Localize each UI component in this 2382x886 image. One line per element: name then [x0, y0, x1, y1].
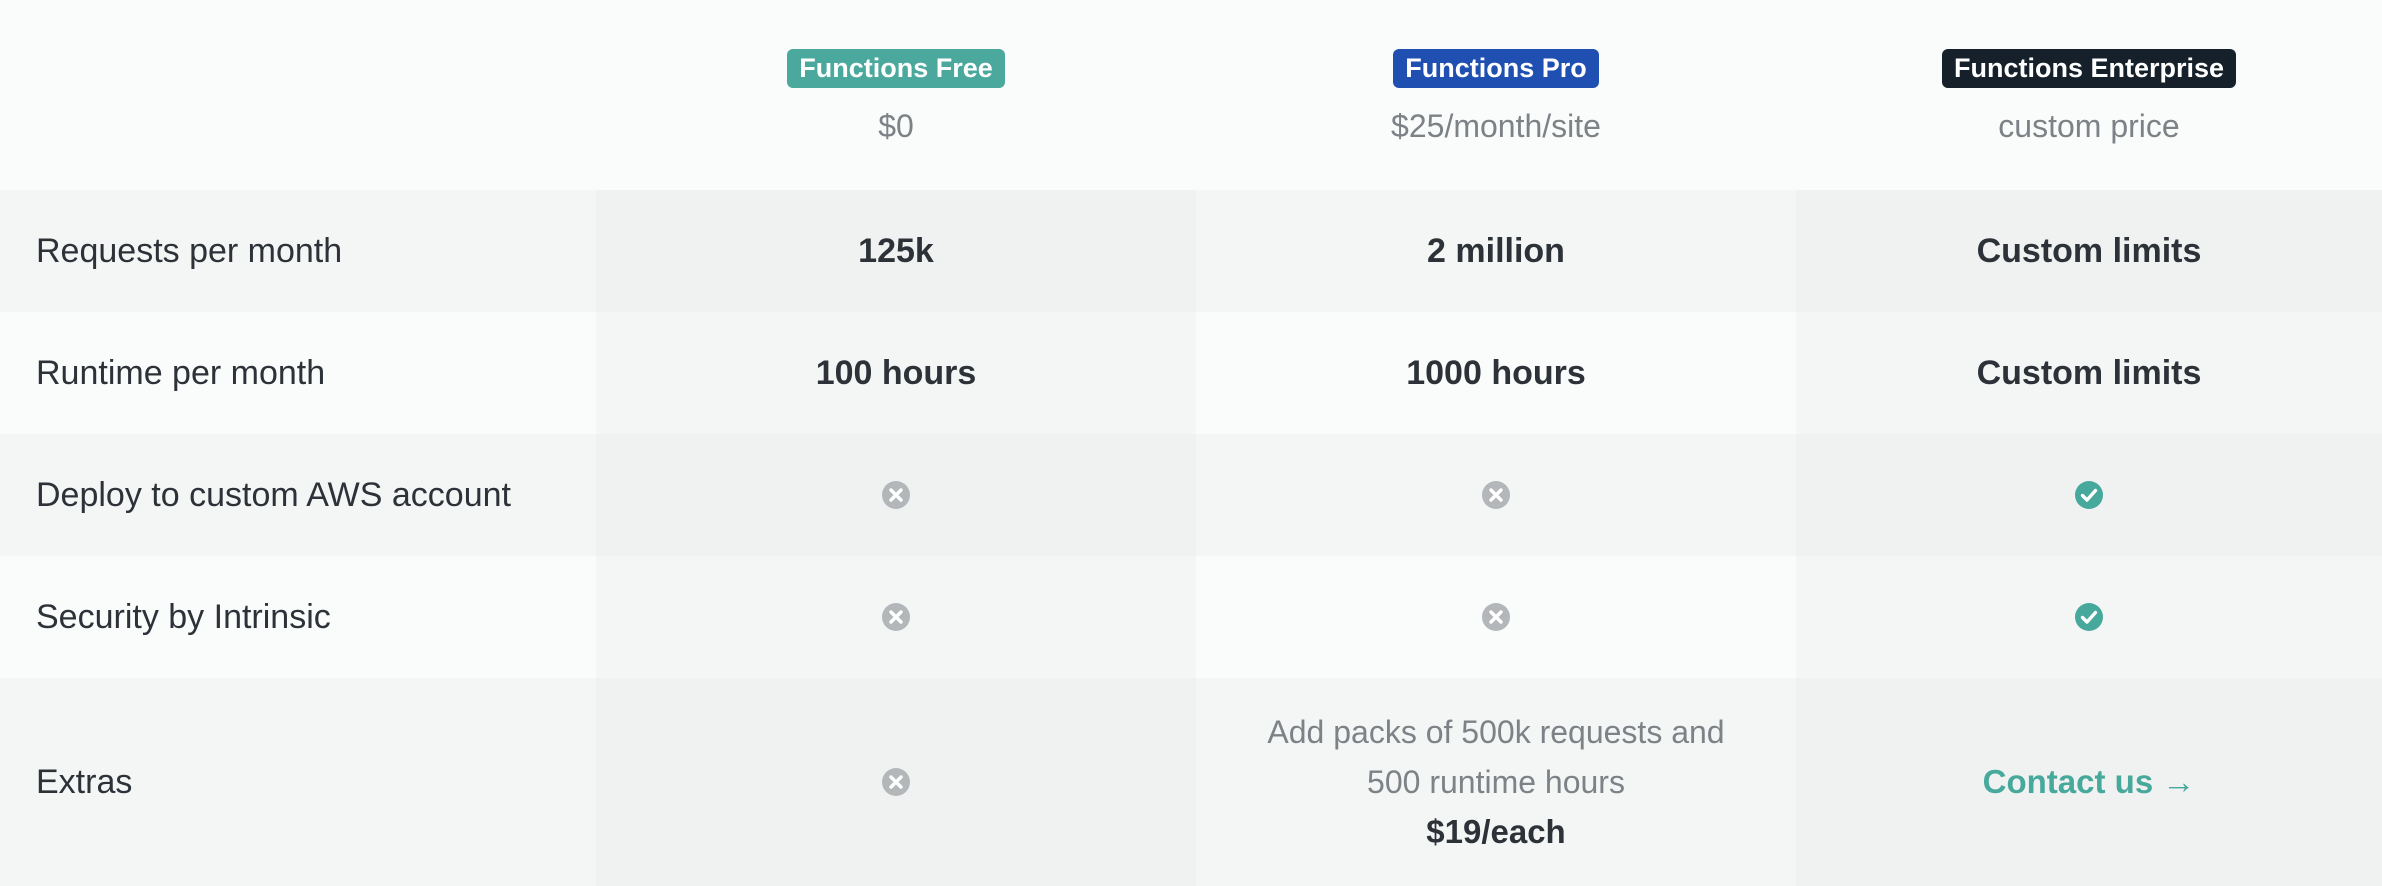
- aws-free: [596, 434, 1196, 556]
- header-empty-cell: [0, 0, 596, 190]
- aws-enterprise: [1796, 434, 2382, 556]
- contact-us-link[interactable]: Contact us →: [1983, 763, 2196, 801]
- plan-badge-pro: Functions Pro: [1393, 49, 1599, 88]
- pricing-table: Functions Free $0 Functions Pro $25/mont…: [0, 0, 2382, 886]
- security-free: [596, 556, 1196, 678]
- requests-pro: 2 million: [1196, 190, 1796, 312]
- extras-pro-description-line1: Add packs of 500k requests and: [1267, 714, 1725, 750]
- requests-enterprise: Custom limits: [1796, 190, 2382, 312]
- row-label-security: Security by Intrinsic: [0, 556, 596, 678]
- extras-enterprise: Contact us →: [1796, 678, 2382, 886]
- extras-pro-price: $19/each: [1426, 813, 1566, 850]
- plan-badge-free: Functions Free: [787, 49, 1005, 88]
- requests-free: 125k: [596, 190, 1196, 312]
- plan-header-pro: Functions Pro $25/month/site: [1196, 0, 1796, 190]
- plan-badge-enterprise: Functions Enterprise: [1941, 49, 2237, 88]
- plan-header-free: Functions Free $0: [596, 0, 1196, 190]
- row-label-runtime: Runtime per month: [0, 312, 596, 434]
- row-label-aws: Deploy to custom AWS account: [0, 434, 596, 556]
- x-circle-icon: [1481, 480, 1511, 510]
- x-circle-icon: [881, 480, 911, 510]
- plan-header-enterprise: Functions Enterprise custom price: [1796, 0, 2382, 190]
- runtime-free: 100 hours: [596, 312, 1196, 434]
- plan-price-pro: $25/month/site: [1391, 108, 1601, 144]
- extras-pro-description-line2: 500 runtime hours: [1367, 764, 1625, 800]
- x-circle-icon: [1481, 602, 1511, 632]
- plan-price-enterprise: custom price: [1998, 108, 2180, 144]
- check-circle-icon: [2074, 602, 2104, 632]
- plan-price-free: $0: [878, 108, 914, 144]
- runtime-pro: 1000 hours: [1196, 312, 1796, 434]
- x-circle-icon: [881, 767, 911, 797]
- row-label-requests: Requests per month: [0, 190, 596, 312]
- row-label-extras: Extras: [0, 678, 596, 886]
- security-enterprise: [1796, 556, 2382, 678]
- extras-pro: Add packs of 500k requests and 500 runti…: [1196, 678, 1796, 886]
- security-pro: [1196, 556, 1796, 678]
- extras-free: [596, 678, 1196, 886]
- x-circle-icon: [881, 602, 911, 632]
- aws-pro: [1196, 434, 1796, 556]
- check-circle-icon: [2074, 480, 2104, 510]
- runtime-enterprise: Custom limits: [1796, 312, 2382, 434]
